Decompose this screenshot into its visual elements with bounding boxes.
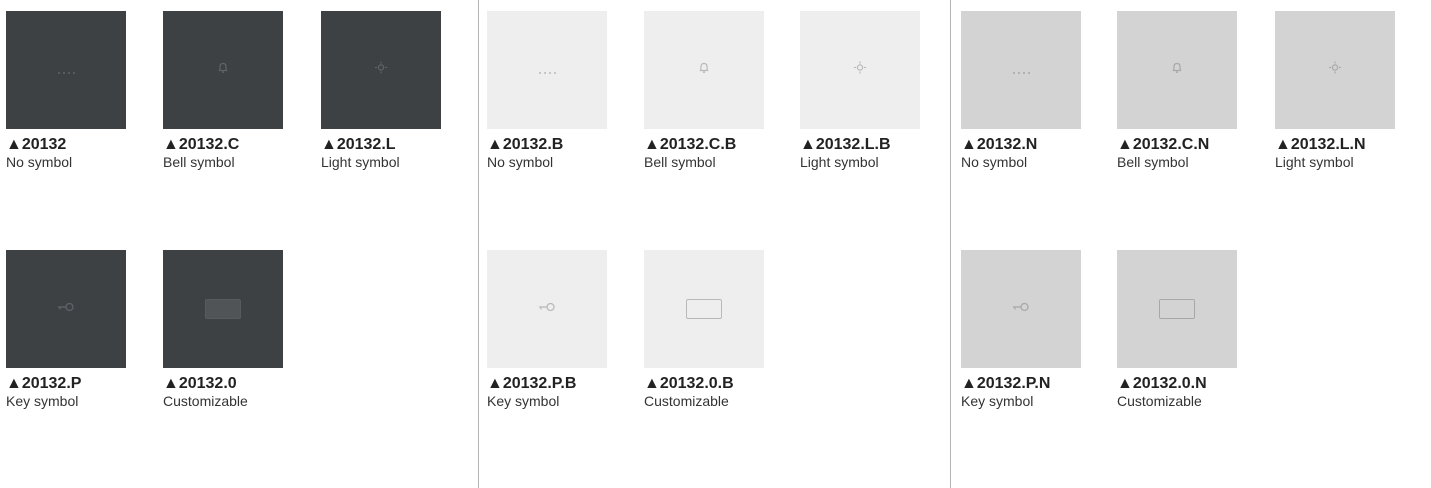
product-plate — [1275, 11, 1395, 129]
product-code: ▲20132.0.N — [1117, 375, 1207, 392]
product-card: ▲20132 No symbol — [6, 11, 136, 170]
product-card: ▲20132.P.N Key symbol — [961, 250, 1091, 409]
divider-right — [950, 0, 951, 488]
divider-left — [478, 0, 479, 488]
product-label: Bell symbol — [163, 154, 235, 170]
product-label: No symbol — [961, 154, 1028, 170]
product-card: ▲20132.L.B Light symbol — [800, 11, 930, 170]
product-label: Light symbol — [800, 154, 879, 170]
product-label: Customizable — [163, 393, 248, 409]
product-code: ▲20132.L.N — [1275, 136, 1366, 153]
product-card: ▲20132.P.B Key symbol — [487, 250, 617, 409]
product-code: ▲20132.N — [961, 136, 1038, 153]
product-plate — [163, 11, 283, 129]
product-plate — [644, 11, 764, 129]
product-plate — [163, 250, 283, 368]
light-icon — [374, 61, 388, 80]
product-code: ▲20132.P.N — [961, 375, 1051, 392]
bell-icon — [1170, 61, 1184, 80]
product-plate — [800, 11, 920, 129]
product-card: ▲20132.L.N Light symbol — [1275, 11, 1405, 170]
key-icon — [56, 300, 76, 318]
product-plate — [961, 11, 1081, 129]
product-plate — [961, 250, 1081, 368]
product-code: ▲20132.P.B — [487, 375, 577, 392]
product-label: Customizable — [644, 393, 729, 409]
product-label: Light symbol — [321, 154, 400, 170]
product-card: ▲20132.C.N Bell symbol — [1117, 11, 1247, 170]
product-label: Bell symbol — [1117, 154, 1189, 170]
product-label: No symbol — [6, 154, 73, 170]
product-code: ▲20132.C.N — [1117, 136, 1210, 153]
product-card: ▲20132.0.B Customizable — [644, 250, 774, 409]
product-label: Customizable — [1117, 393, 1202, 409]
product-code: ▲20132.B — [487, 136, 564, 153]
product-label: Key symbol — [961, 393, 1034, 409]
product-plate — [6, 250, 126, 368]
product-card: ▲20132.0 Customizable — [163, 250, 293, 409]
product-card: ▲20132.B No symbol — [487, 11, 617, 170]
product-card: ▲20132.L Light symbol — [321, 11, 451, 170]
key-icon — [537, 300, 557, 318]
dots-icon — [1011, 61, 1031, 79]
label-window-icon — [686, 299, 722, 319]
product-label: Key symbol — [6, 393, 79, 409]
product-label: Light symbol — [1275, 154, 1354, 170]
key-icon — [1011, 300, 1031, 318]
product-card: ▲20132.C.B Bell symbol — [644, 11, 774, 170]
product-code: ▲20132.0.B — [644, 375, 734, 392]
product-card: ▲20132.N No symbol — [961, 11, 1091, 170]
product-code: ▲20132.0 — [163, 375, 237, 392]
product-plate — [1117, 250, 1237, 368]
label-window-icon — [205, 299, 241, 319]
product-card: ▲20132.C Bell symbol — [163, 11, 293, 170]
product-plate — [321, 11, 441, 129]
product-code: ▲20132.C.B — [644, 136, 737, 153]
light-icon — [1328, 61, 1342, 80]
product-label: Key symbol — [487, 393, 560, 409]
product-card: ▲20132.0.N Customizable — [1117, 250, 1247, 409]
product-label: No symbol — [487, 154, 554, 170]
bell-icon — [216, 61, 230, 80]
product-plate — [487, 250, 607, 368]
product-code: ▲20132.L.B — [800, 136, 891, 153]
product-code: ▲20132.P — [6, 375, 82, 392]
dots-icon — [56, 61, 76, 79]
product-plate — [1117, 11, 1237, 129]
product-plate — [6, 11, 126, 129]
dots-icon — [537, 61, 557, 79]
label-window-icon — [1159, 299, 1195, 319]
product-plate — [487, 11, 607, 129]
product-code: ▲20132.C — [163, 136, 240, 153]
bell-icon — [697, 61, 711, 80]
product-code: ▲20132 — [6, 136, 67, 153]
product-card: ▲20132.P Key symbol — [6, 250, 136, 409]
product-plate — [644, 250, 764, 368]
product-label: Bell symbol — [644, 154, 716, 170]
product-code: ▲20132.L — [321, 136, 396, 153]
light-icon — [853, 61, 867, 80]
